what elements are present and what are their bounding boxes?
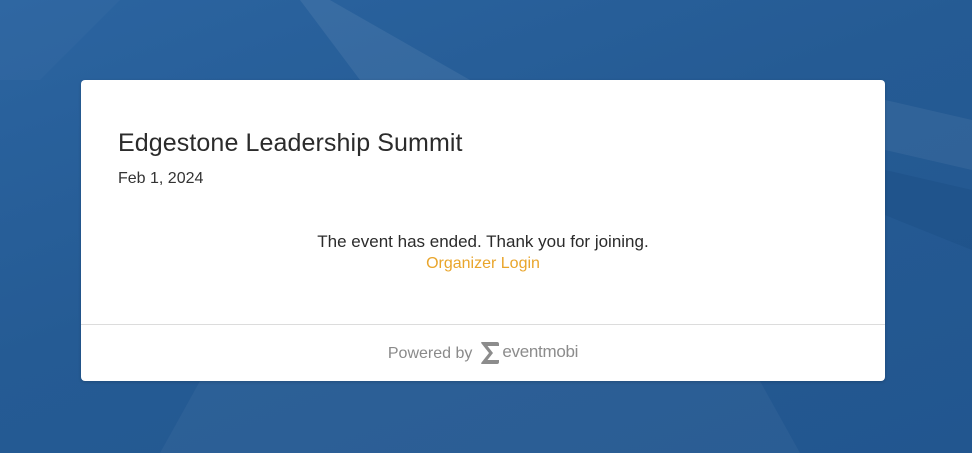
eventmobi-logo-icon <box>481 342 500 364</box>
event-date: Feb 1, 2024 <box>118 170 204 187</box>
eventmobi-wordmark: eventmobi <box>502 341 579 361</box>
event-ended-message: The event has ended. Thank you for joini… <box>317 232 649 251</box>
event-title: Edgestone Leadership Summit <box>118 129 463 157</box>
organizer-login-link[interactable]: Organizer Login <box>426 255 540 273</box>
event-status-block: The event has ended. Thank you for joini… <box>81 232 885 273</box>
eventmobi-logo: eventmobi <box>480 341 578 365</box>
event-card: Edgestone Leadership Summit Feb 1, 2024 … <box>81 80 885 381</box>
event-card-body: Edgestone Leadership Summit Feb 1, 2024 … <box>81 80 885 324</box>
powered-by-label: Powered by <box>387 345 473 362</box>
card-footer: Powered by eventmobi <box>81 325 885 381</box>
